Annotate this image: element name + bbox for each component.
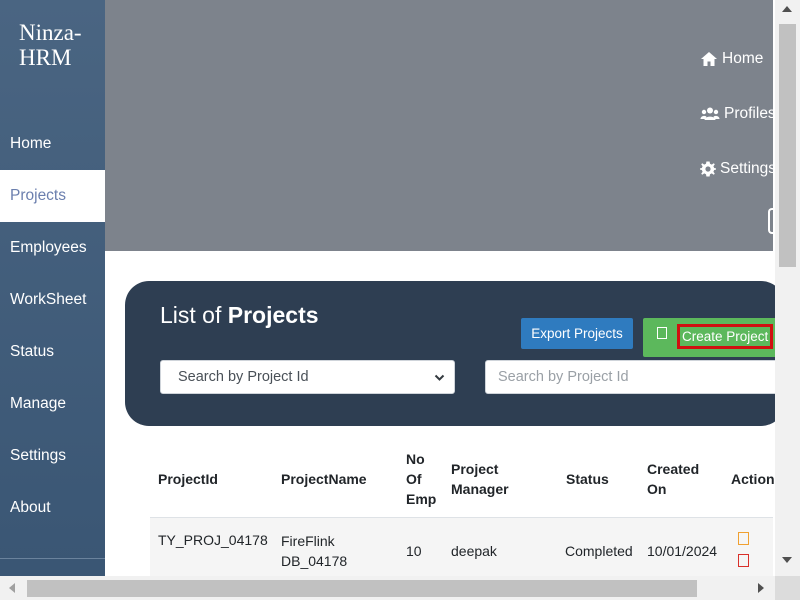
gear-icon [700,161,716,177]
column-header-createdon-label: Created On [647,461,700,497]
column-header-noofemp-label: No Of Emp [406,451,437,507]
header-band: Home Profiles Settings [105,0,778,251]
header-link-settings-label: Settings [720,160,777,177]
sidebar-item-projects[interactable]: Projects [0,170,105,222]
column-header-createdon[interactable]: Created On [647,440,707,518]
scroll-right-arrow[interactable] [758,583,764,593]
column-header-projectid-label: ProjectId [158,471,218,487]
search-input-placeholder: Search by Project Id [498,369,629,385]
header-link-profiles-label: Profiles [724,105,776,122]
scroll-down-arrow[interactable] [782,557,792,563]
chevron-down-icon [434,374,445,381]
create-project-icon [657,327,667,339]
scrollbar-corner [775,576,800,600]
projects-card: List of Projects Export Projects Create … [125,281,785,426]
cell-created-on: 10/01/2024 [647,543,718,559]
column-header-projectname-label: ProjectName [281,471,367,487]
scroll-left-arrow[interactable] [9,583,15,593]
cell-no-of-emp: 10 [406,543,422,559]
page-title-prefix: List of [160,302,222,328]
sidebar-item-worksheet[interactable]: WorkSheet [0,274,105,326]
header-link-settings[interactable]: Settings [700,160,776,178]
brand-line-2: HRM [19,45,72,70]
column-header-status[interactable]: Status [566,440,626,518]
page-title: List of Projects [160,302,319,329]
vertical-scroll-thumb[interactable] [779,24,796,267]
export-projects-button[interactable]: Export Projects [521,318,633,349]
scroll-up-arrow[interactable] [782,6,792,12]
horizontal-scroll-thumb[interactable] [27,580,697,597]
sidebar-nav: Home Projects Employees WorkSheet Status… [0,118,105,534]
brand-line-1: Ninza- [19,20,82,45]
sidebar-item-manage[interactable]: Manage [0,378,105,430]
page-title-bold: Projects [227,302,319,328]
sidebar-item-status[interactable]: Status [0,326,105,378]
sidebar-item-about[interactable]: About [0,482,105,534]
brand-logo: Ninza- HRM [19,20,82,70]
column-header-projectmanager-label: Project Manager [451,461,509,497]
column-header-action-label: Action [731,471,775,487]
cell-project-id: TY_PROJ_04178 [158,532,268,548]
column-header-status-label: Status [566,471,609,487]
home-icon [701,52,717,66]
create-project-label: Create Project [677,324,774,349]
column-header-projectname[interactable]: ProjectName [281,440,391,518]
sidebar: Ninza- HRM Home Projects Employees WorkS… [0,0,105,576]
users-icon [700,107,720,120]
header-link-home[interactable]: Home [700,50,763,68]
sidebar-divider [0,558,105,559]
sidebar-item-employees[interactable]: Employees [0,222,105,274]
search-by-select-value: Search by Project Id [178,369,309,385]
cell-project-manager: deepak [451,543,497,559]
search-by-select[interactable]: Search by Project Id [160,360,455,394]
column-header-projectid[interactable]: ProjectId [158,440,268,518]
header-link-profiles[interactable]: Profiles [700,105,776,123]
create-project-button[interactable]: Create Project [643,318,783,357]
cell-project-name: FireFlink DB_04178 [281,533,348,569]
column-header-noofemp[interactable]: No Of Emp [406,440,440,518]
search-input[interactable]: Search by Project Id [485,360,785,394]
edit-icon[interactable] [738,532,749,545]
column-header-projectmanager[interactable]: Project Manager [451,440,531,518]
cell-status: Completed [565,543,633,559]
sidebar-item-settings[interactable]: Settings [0,430,105,482]
header-link-home-label: Home [722,50,764,67]
sidebar-item-home[interactable]: Home [0,118,105,170]
delete-icon[interactable] [738,554,749,567]
